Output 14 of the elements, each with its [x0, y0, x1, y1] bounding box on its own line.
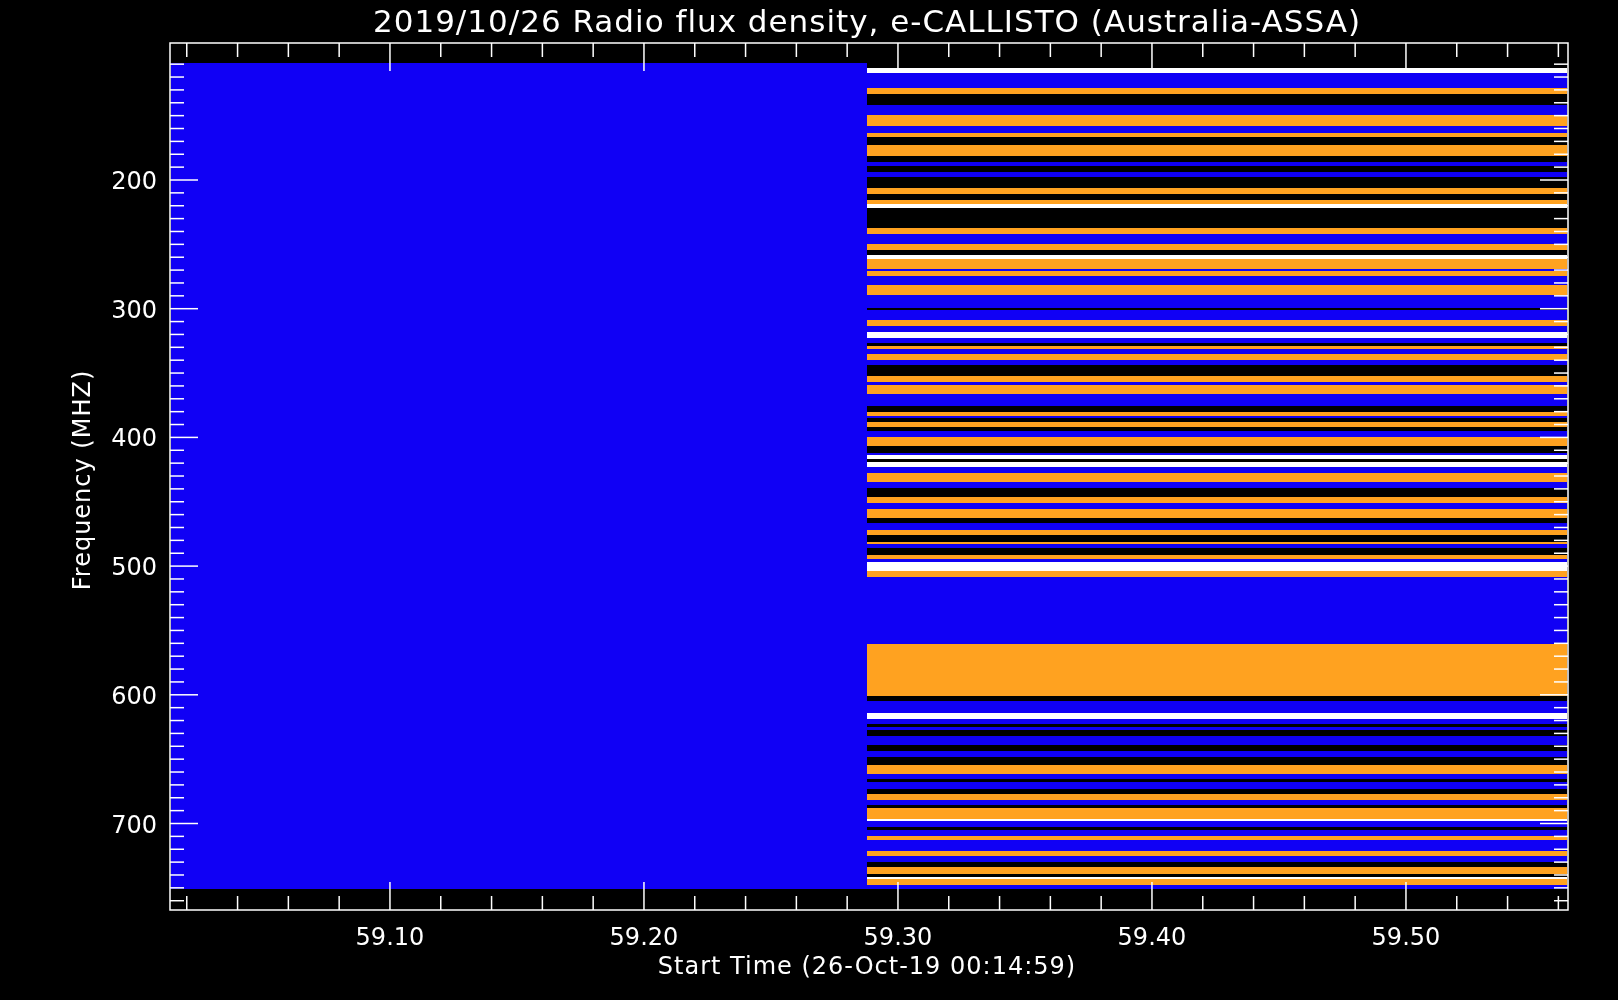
y-tick-label: 400: [111, 424, 157, 453]
x-tick-label: 59.30: [863, 923, 933, 951]
y-tick-label: 600: [111, 681, 157, 710]
y-tick-label: 200: [111, 167, 157, 195]
y-axis-label: Frequency (MHZ): [68, 369, 96, 591]
y-tick-label: 300: [111, 295, 157, 324]
y-tick-label: 500: [111, 553, 157, 582]
y-tick-label: 700: [111, 810, 157, 839]
x-tick-label: 59.50: [1371, 923, 1441, 951]
x-tick-label: 59.20: [609, 923, 679, 951]
x-tick-label: 59.10: [355, 923, 425, 951]
x-axis-label: Start Time (26-Oct-19 00:14:59): [657, 952, 1077, 980]
chart-title: 2019/10/26 Radio flux density, e-CALLISTO (Australia-ASSA): [372, 3, 1362, 39]
x-tick-label: 59.40: [1117, 923, 1187, 951]
